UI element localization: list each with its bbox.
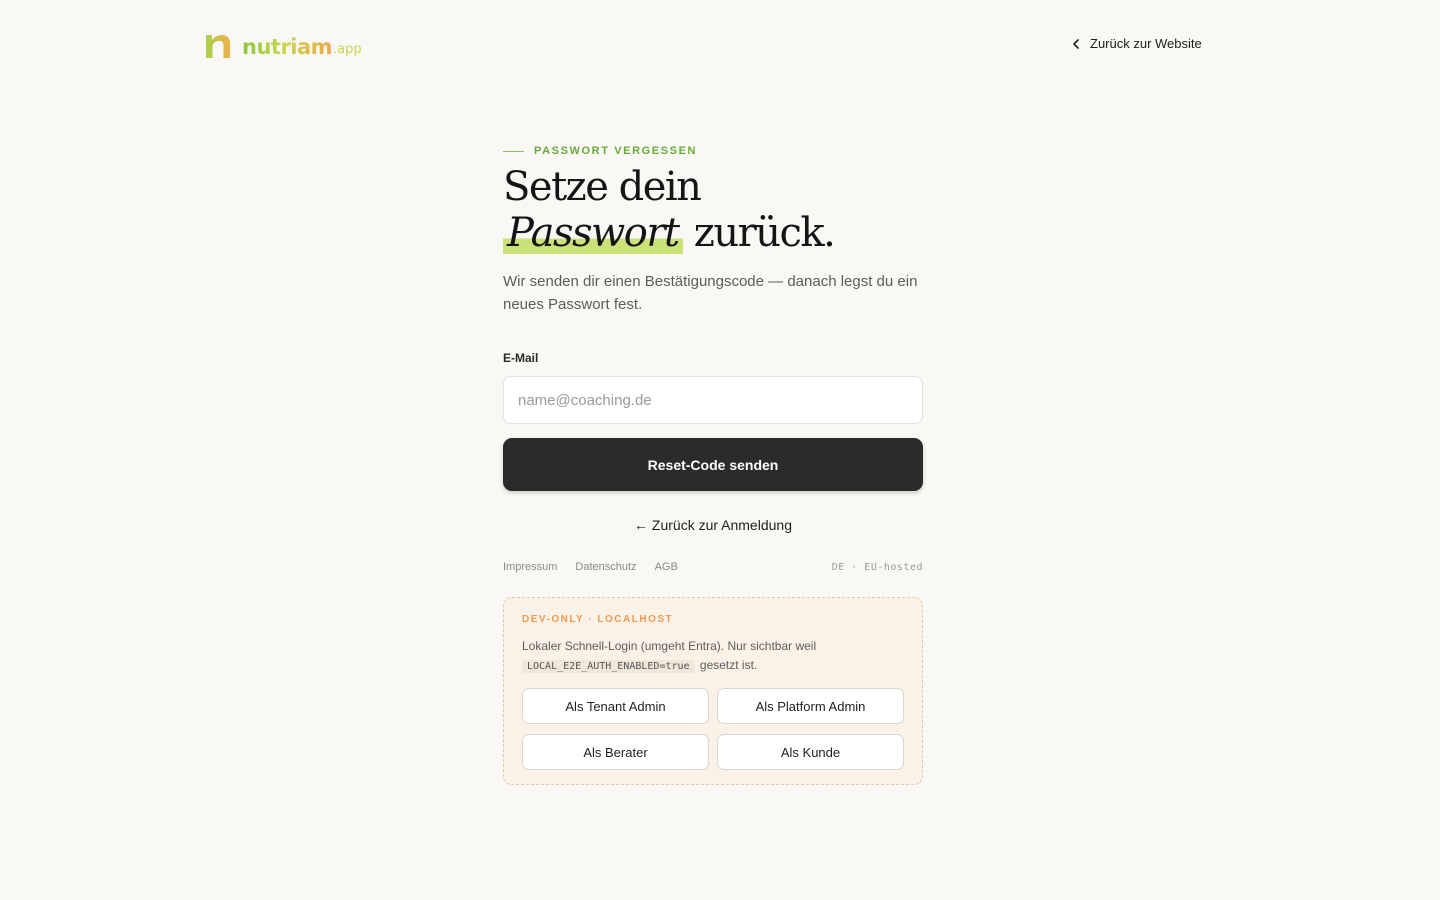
eyebrow-text: PASSWORT VERGESSEN: [534, 145, 698, 157]
back-to-login-link[interactable]: ← Zurück zur Anmeldung: [503, 517, 923, 535]
footer-link-agb[interactable]: AGB: [655, 561, 678, 573]
footer-link-impressum[interactable]: Impressum: [503, 561, 557, 573]
logo-wordmark: nutriam: [242, 35, 333, 59]
dev-env-flag: LOCAL_E2E_AUTH_ENABLED=true: [522, 660, 695, 673]
dev-panel-description: Lokaler Schnell-Login (umgeht Entra). Nu…: [522, 637, 904, 676]
dev-login-buttons: Als Tenant Admin Als Platform Admin Als …: [522, 688, 904, 770]
page-description: Wir senden dir einen Bestätigungscode — …: [503, 273, 918, 313]
footer: Impressum Datenschutz AGB DE · EU-hosted: [503, 559, 923, 575]
brand-logo[interactable]: nutriam .app: [204, 32, 362, 60]
dev-text-before: Lokaler Schnell-Login (umgeht Entra). Nu…: [522, 639, 817, 653]
login-as-tenant-admin-button[interactable]: Als Tenant Admin: [522, 688, 709, 724]
chevron-left-icon: [1073, 38, 1079, 49]
page-title: Setze dein Passwort zurück.: [503, 164, 923, 256]
back-to-website-link[interactable]: Zurück zur Website: [1072, 36, 1202, 51]
email-input[interactable]: [503, 376, 923, 424]
login-as-platform-admin-button[interactable]: Als Platform Admin: [717, 688, 904, 724]
title-line-1: Setze dein: [503, 164, 702, 210]
logo-tld: .app: [333, 42, 362, 57]
dev-text-after: gesetzt ist.: [699, 658, 758, 672]
back-to-website-label: Zurück zur Website: [1090, 36, 1202, 51]
forgot-password-page: nutriam .app Zurück zur Website PASSWORT…: [0, 0, 1440, 900]
locale-badge: DE · EU-hosted: [831, 561, 923, 573]
logo-n-icon: [206, 35, 230, 58]
footer-links: Impressum Datenschutz AGB: [503, 561, 678, 573]
login-as-kunde-button[interactable]: Als Kunde: [717, 734, 904, 770]
dev-panel-title: DEV-ONLY · LOCALHOST: [522, 614, 674, 625]
dev-quick-login-panel: DEV-ONLY · LOCALHOST Lokaler Schnell-Log…: [503, 597, 923, 785]
send-reset-code-button[interactable]: Reset-Code senden: [503, 438, 923, 491]
login-as-berater-button[interactable]: Als Berater: [522, 734, 709, 770]
title-line-2-rest: zurück.: [693, 210, 836, 256]
reset-form-column: PASSWORT VERGESSEN Setze dein Passwort z…: [503, 143, 923, 785]
eyebrow: PASSWORT VERGESSEN: [503, 143, 923, 159]
title-highlight: Passwort: [503, 210, 683, 256]
footer-link-datenschutz[interactable]: Datenschutz: [575, 561, 636, 573]
email-label: E-Mail: [503, 351, 539, 365]
eyebrow-line: [503, 150, 524, 152]
